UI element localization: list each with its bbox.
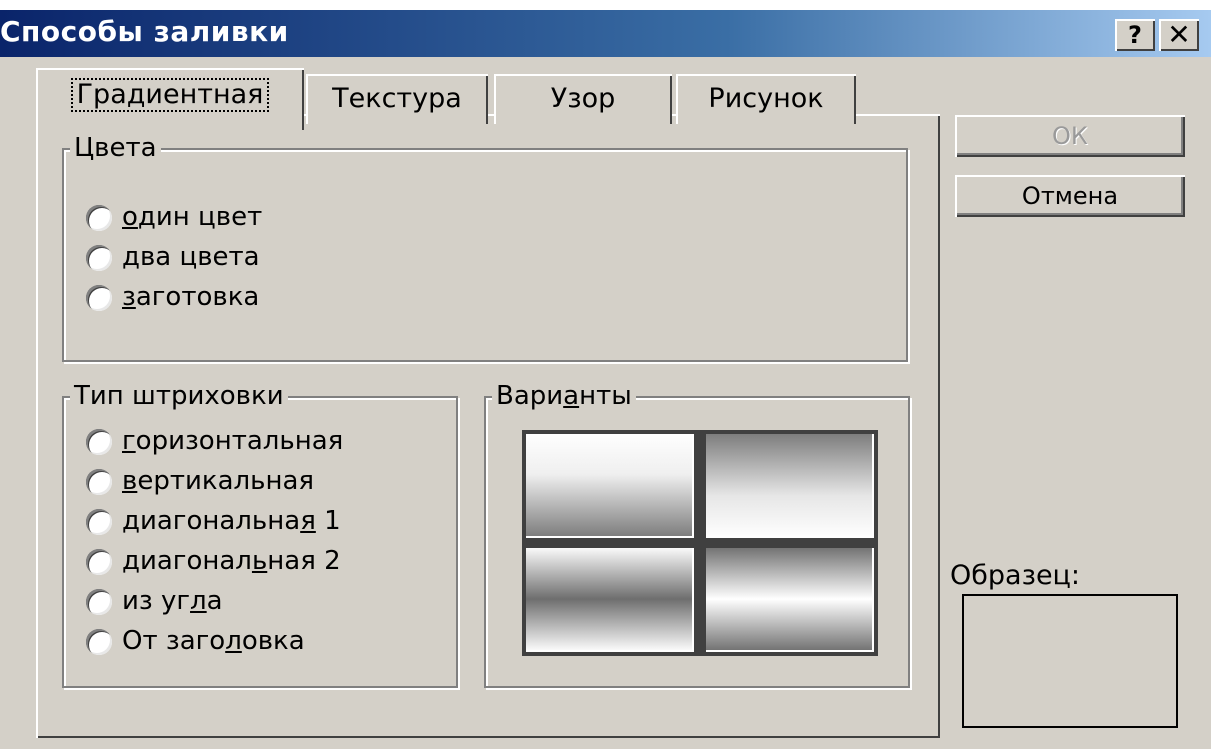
hotkey-letter: г xyxy=(122,426,136,456)
variants-group-title: Варианты xyxy=(492,380,636,412)
radio-label-part: диагональна xyxy=(122,506,301,536)
radio-diagonal-2[interactable]: диагональная 2 xyxy=(86,544,341,578)
radio-button[interactable] xyxy=(86,508,112,535)
hotkey-letter: ь xyxy=(251,546,268,576)
radio-label-part: ертикальная xyxy=(137,466,315,496)
tab-label: Текстура xyxy=(332,83,462,114)
tab-label: Рисунок xyxy=(708,83,824,114)
tab-pattern[interactable]: Узор xyxy=(494,74,672,124)
sample-label: Образец: xyxy=(950,560,1081,591)
hotkey-letter: в xyxy=(122,466,138,496)
colors-group-title: Цвета xyxy=(70,132,161,164)
hotkey-letter: д xyxy=(122,242,140,272)
radio-button[interactable] xyxy=(86,588,112,615)
radio-diagonal-1[interactable]: диагональная 1 xyxy=(86,504,341,538)
tab-label: Узор xyxy=(550,83,616,114)
variant-swatch-2[interactable] xyxy=(704,432,874,538)
radio-two-colors[interactable]: два цвета xyxy=(86,240,260,274)
gradient-tab-panel: Цвета один цвет два цвета заготовка Тип … xyxy=(36,114,940,738)
fill-effects-dialog: Способы заливки ? ✕ Градиентная Текстура… xyxy=(0,10,1211,749)
help-button[interactable]: ? xyxy=(1115,19,1155,51)
radio-label-part: ная 2 xyxy=(267,546,341,576)
hotkey-letter: о xyxy=(122,202,138,232)
radio-label-part: оризонтальная xyxy=(135,426,344,456)
radio-button[interactable] xyxy=(86,204,112,231)
radio-one-color[interactable]: один цвет xyxy=(86,200,262,234)
radio-button[interactable] xyxy=(86,628,112,655)
radio-button[interactable] xyxy=(86,548,112,575)
hotkey-letter: л xyxy=(190,586,207,616)
radio-label-part: 1 xyxy=(315,506,341,536)
radio-horizontal[interactable]: горизонтальная xyxy=(86,424,343,458)
ok-button[interactable]: ОК xyxy=(955,115,1185,157)
variants-group: Варианты xyxy=(484,380,910,688)
radio-vertical[interactable]: вертикальная xyxy=(86,464,314,498)
radio-label-part: диагонал xyxy=(122,546,252,576)
radio-label-part: а xyxy=(206,586,223,616)
hotkey-letter: л xyxy=(225,626,242,656)
tab-gradient[interactable]: Градиентная xyxy=(36,68,304,130)
window-title: Способы заливки xyxy=(0,15,289,48)
title-bar[interactable]: Способы заливки ? ✕ xyxy=(0,10,1211,57)
tab-label: Градиентная xyxy=(70,78,270,112)
radio-button[interactable] xyxy=(86,244,112,271)
hotkey-letter: я xyxy=(300,506,316,536)
shading-styles-group: Тип штриховки горизонтальная вертикальна… xyxy=(62,380,458,688)
title-part: Вари xyxy=(496,381,564,411)
radio-from-title[interactable]: От заголовка xyxy=(86,624,305,658)
radio-button[interactable] xyxy=(86,284,112,311)
radio-label-part: От заго xyxy=(122,626,226,656)
tab-picture[interactable]: Рисунок xyxy=(676,74,856,124)
cancel-button[interactable]: Отмена xyxy=(955,175,1185,217)
radio-label: ва цвета xyxy=(139,242,260,272)
variant-swatch-4[interactable] xyxy=(704,546,874,652)
variant-swatch-3[interactable] xyxy=(524,546,694,652)
radio-label: аготовка xyxy=(135,282,260,312)
radio-button[interactable] xyxy=(86,428,112,455)
variant-swatch-1[interactable] xyxy=(524,432,694,538)
radio-preset[interactable]: заготовка xyxy=(86,280,259,314)
radio-label-part: овка xyxy=(241,626,305,656)
title-part: нты xyxy=(579,381,632,411)
radio-label: дин цвет xyxy=(137,202,263,232)
colors-group: Цвета один цвет два цвета заготовка xyxy=(62,132,908,362)
close-button[interactable]: ✕ xyxy=(1159,19,1199,51)
sample-preview xyxy=(962,594,1178,728)
tab-texture[interactable]: Текстура xyxy=(306,74,488,124)
radio-from-corner[interactable]: из угла xyxy=(86,584,223,618)
hotkey-letter: з xyxy=(122,282,136,312)
radio-label-part: из уг xyxy=(122,586,191,616)
hotkey-letter: а xyxy=(563,381,580,411)
radio-button[interactable] xyxy=(86,468,112,495)
shading-group-title: Тип штриховки xyxy=(70,380,288,412)
